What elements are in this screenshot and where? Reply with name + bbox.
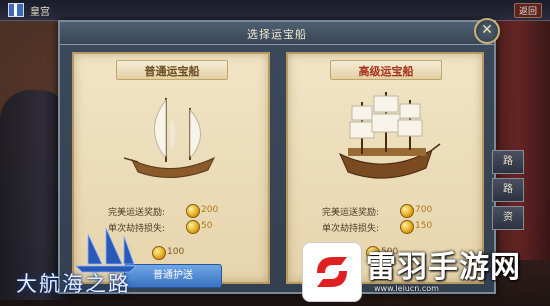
loss-label: 单次劫持损失: (322, 224, 380, 234)
dialog-header: 选择运宝船 (60, 22, 494, 45)
reward-row: 完美运送奖励: 200 (74, 204, 268, 218)
loss-value: 50 (201, 221, 213, 231)
galleon-icon (338, 92, 441, 179)
loss-value: 150 (415, 221, 433, 231)
reward-label: 完美运送奖励: (322, 208, 380, 218)
reward-label: 完美运送奖励: (108, 208, 166, 218)
card-title: 普通运宝船 (144, 65, 200, 78)
card-banner: 普通运宝船 (116, 60, 228, 80)
dialog-title: 选择运宝船 (247, 28, 307, 41)
watermark-title: 雷羽手游网 (366, 250, 521, 285)
card-title: 高级运宝船 (358, 65, 414, 78)
reward-value: 200 (201, 205, 219, 215)
coin-icon (400, 204, 414, 218)
ship-icon (123, 98, 216, 179)
side-menu-button[interactable]: 资 (492, 206, 524, 230)
side-menu-button[interactable]: 路 (492, 178, 524, 202)
close-button[interactable]: ✕ (474, 18, 500, 44)
coin-icon (400, 220, 414, 234)
flag-icon (8, 3, 24, 17)
watermark-url: www.leiucn.com (374, 284, 439, 293)
return-button[interactable]: 返回 (513, 3, 542, 18)
close-icon: ✕ (481, 22, 493, 38)
card-banner: 高级运宝船 (330, 60, 442, 80)
coin-icon (186, 204, 200, 218)
top-bar: 皇宫 返回 (0, 0, 550, 21)
watermark: 雷羽手游网 www.leiucn.com (302, 240, 532, 302)
reward-value: 700 (415, 205, 433, 215)
side-menu-button[interactable]: 路 (492, 150, 524, 174)
loss-row: 单次劫持损失: 150 (288, 220, 482, 234)
watermark-logo-icon (302, 242, 362, 302)
game-logo: 大航海之路 (6, 226, 176, 300)
location-title: 皇宫 (30, 7, 50, 18)
reward-row: 完美运送奖励: 700 (288, 204, 482, 218)
coin-icon (186, 220, 200, 234)
game-logo-text: 大航海之路 (16, 272, 131, 296)
